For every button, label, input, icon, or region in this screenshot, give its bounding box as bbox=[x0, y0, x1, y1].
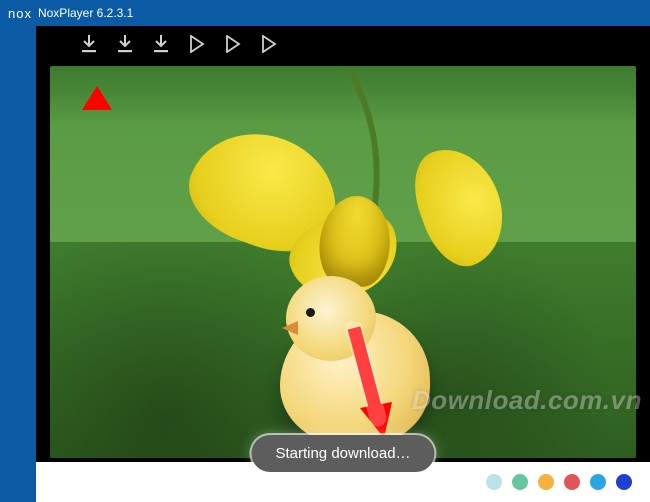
download-icon[interactable] bbox=[116, 34, 134, 54]
photo-content bbox=[50, 66, 636, 458]
play-store-icon[interactable] bbox=[260, 34, 278, 54]
color-dot[interactable] bbox=[486, 474, 502, 490]
download-icon[interactable] bbox=[80, 34, 98, 54]
play-store-icon[interactable] bbox=[224, 34, 242, 54]
color-dot[interactable] bbox=[538, 474, 554, 490]
window-title: NoxPlayer 6.2.3.1 bbox=[38, 6, 133, 20]
color-dot[interactable] bbox=[616, 474, 632, 490]
color-dot[interactable] bbox=[590, 474, 606, 490]
content-area: Download.com.vn Starting download… bbox=[36, 26, 650, 502]
chick-head bbox=[286, 276, 376, 361]
app-window: nox NoxPlayer 6.2.3.1 bbox=[0, 0, 650, 502]
chick-beak bbox=[282, 321, 298, 335]
color-dot[interactable] bbox=[512, 474, 528, 490]
color-dot[interactable] bbox=[564, 474, 580, 490]
image-viewport: Download.com.vn bbox=[36, 62, 650, 462]
top-toolbar bbox=[36, 26, 650, 62]
download-toast: Starting download… bbox=[251, 435, 434, 472]
play-store-icon[interactable] bbox=[188, 34, 206, 54]
download-icon[interactable] bbox=[152, 34, 170, 54]
chick-eye bbox=[306, 308, 315, 317]
titlebar: nox NoxPlayer 6.2.3.1 bbox=[0, 0, 650, 26]
nox-logo: nox bbox=[8, 6, 32, 21]
